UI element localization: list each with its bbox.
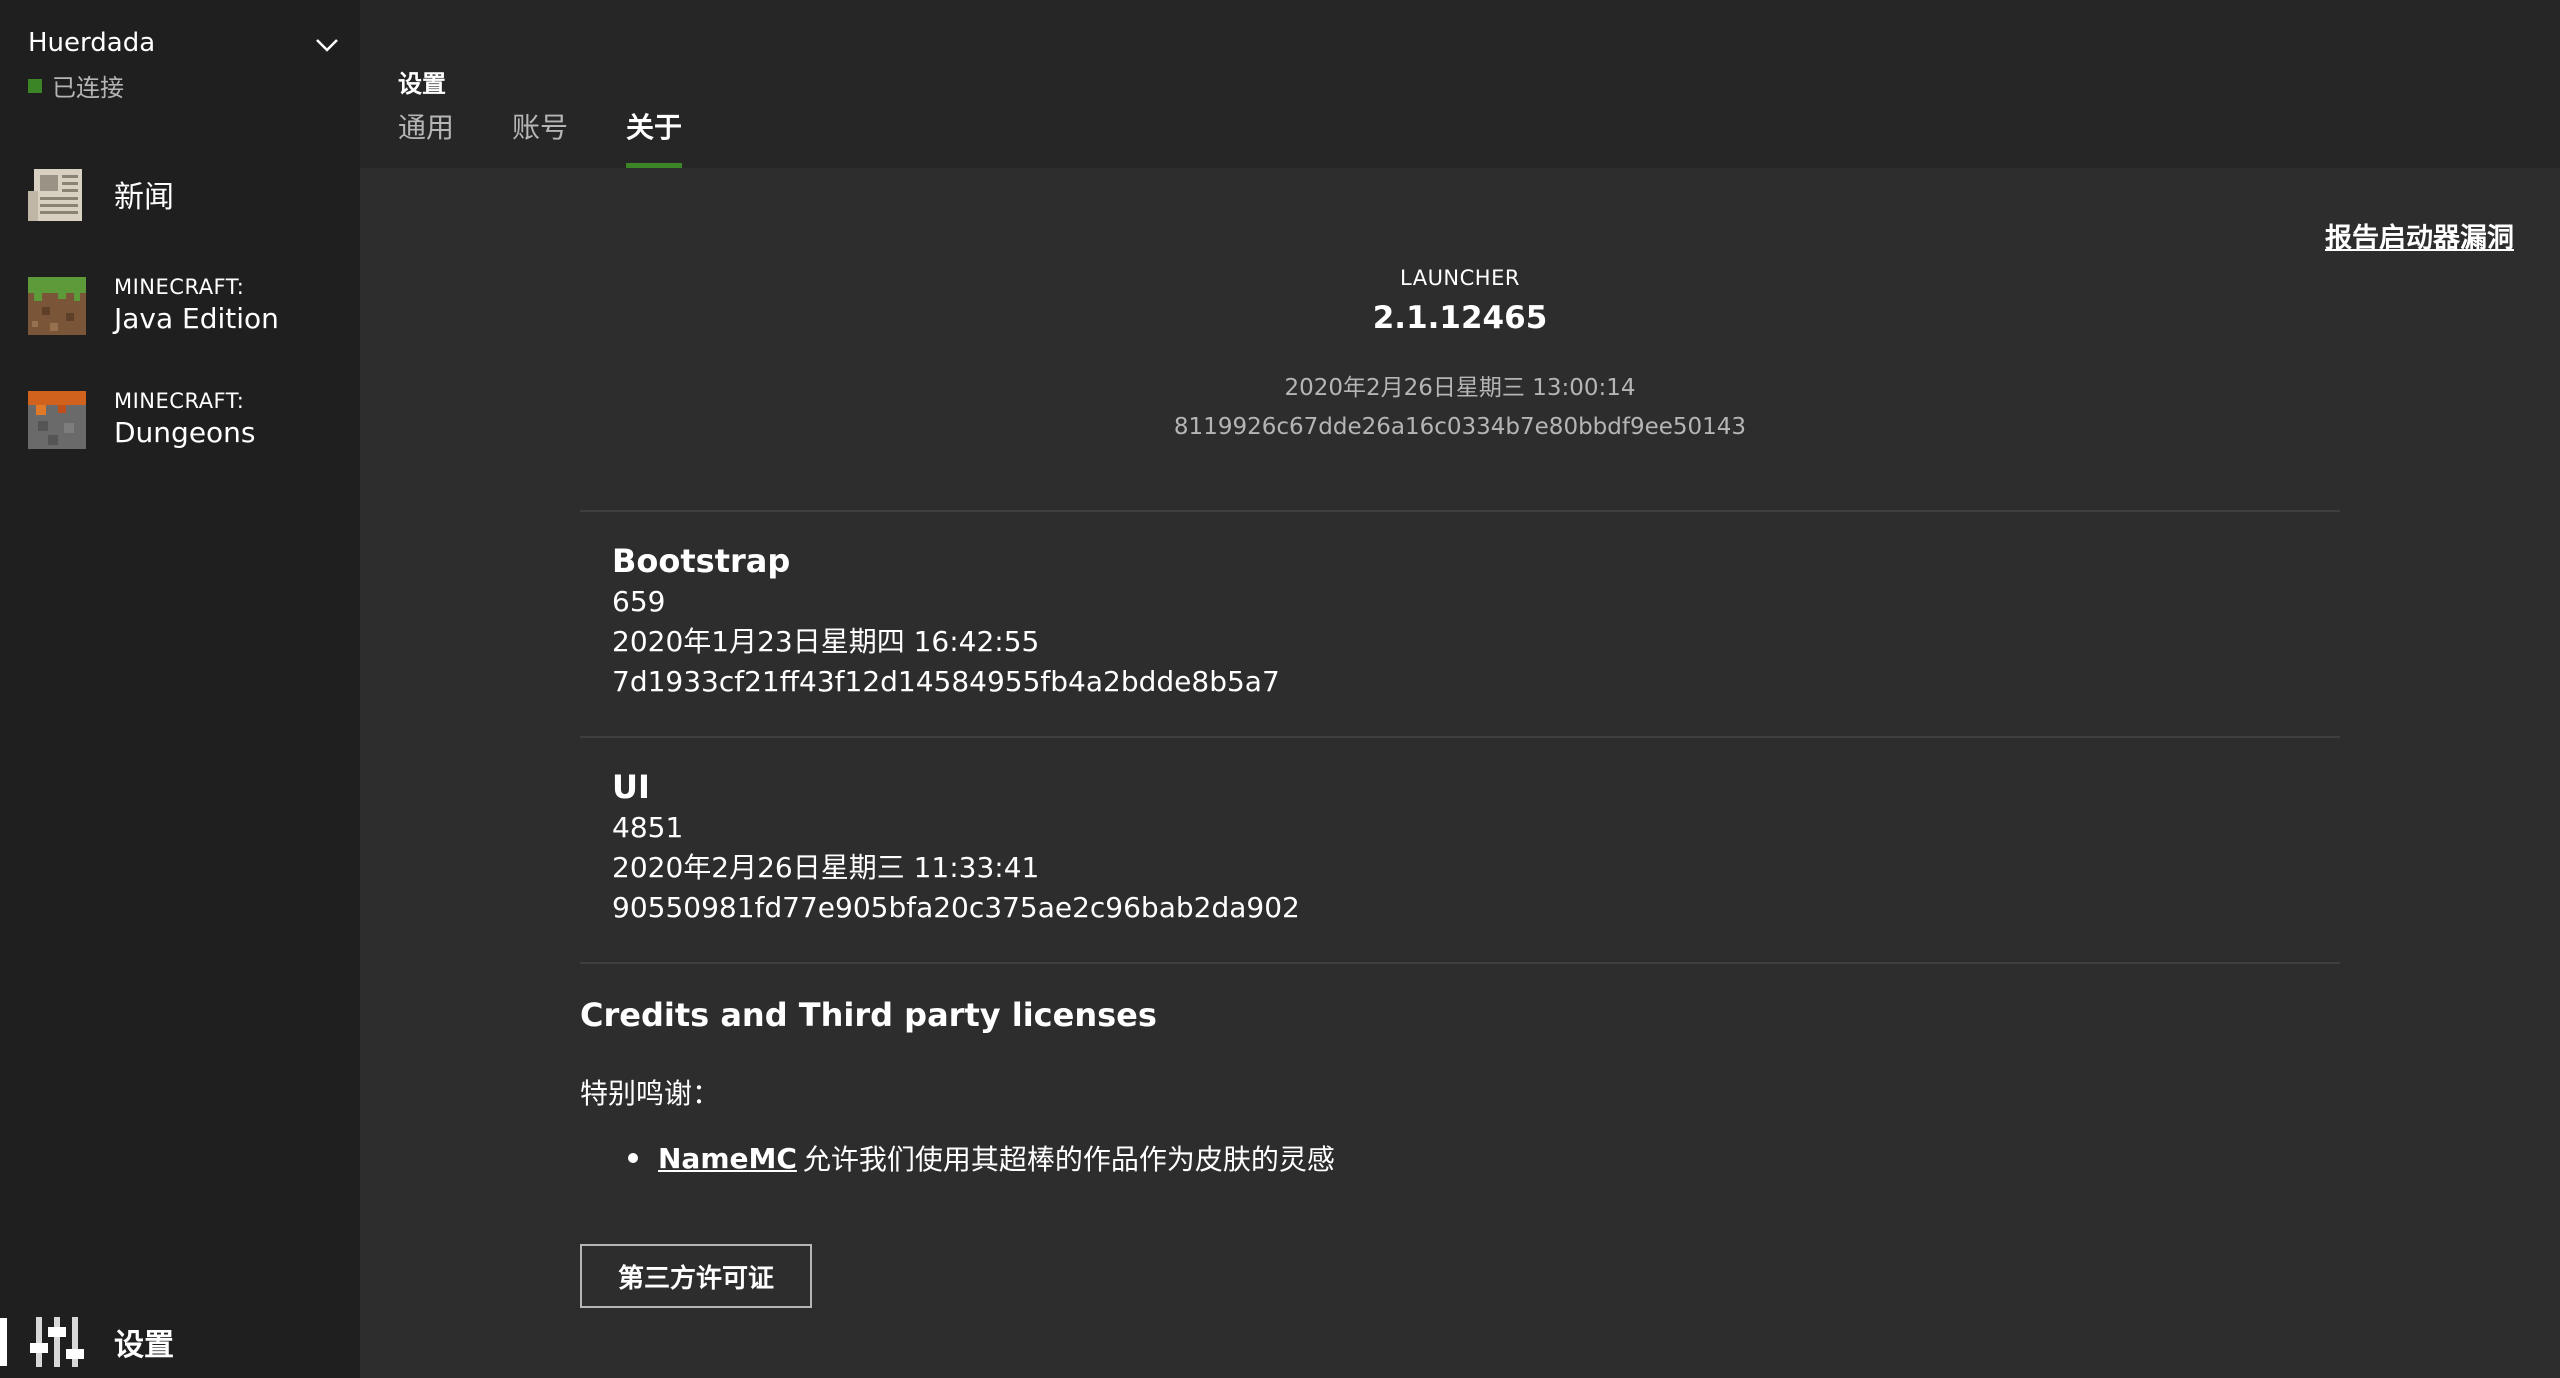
status-dot	[28, 78, 42, 93]
page-title: 设置	[398, 70, 446, 98]
launcher-date: 2020年2月26日星期三 13:00:14	[1284, 375, 1636, 401]
ui-hash: 90550981fd77e905bfa20c375ae2c96bab2da902	[612, 891, 1300, 924]
sidebar-dungeons-text: MINECRAFT: Dungeons	[114, 388, 256, 452]
bootstrap-info: Bootstrap 659 2020年1月23日星期四 16:42:55 7d1…	[612, 540, 1280, 702]
active-indicator	[0, 1318, 7, 1366]
tab-about[interactable]: 关于	[626, 106, 683, 168]
divider	[580, 736, 2340, 738]
chevron-down-icon[interactable]	[314, 32, 340, 58]
about-panel: 报告启动器漏洞 LAUNCHER 2.1.12465 2020年2月26日星期三…	[360, 168, 2560, 1378]
launcher-label: LAUNCHER	[1400, 266, 1520, 290]
sidebar-java-label: Java Edition	[114, 302, 279, 335]
sidebar-item-settings[interactable]: 设置	[0, 1294, 360, 1378]
bootstrap-build: 659	[612, 585, 666, 618]
newspaper-icon	[28, 169, 82, 221]
third-party-licenses-button[interactable]: 第三方许可证	[580, 1244, 812, 1308]
sidebar-dungeons-brand: MINECRAFT:	[114, 389, 245, 413]
launcher-hash: 8119926c67dde26a16c0334b7e80bbdf9ee50143	[1173, 414, 1747, 440]
credits-title: Credits and Third party licenses	[580, 996, 1157, 1034]
account-status: 已连接	[28, 68, 344, 103]
sidebar-java-brand: MINECRAFT:	[114, 275, 245, 299]
ui-name: UI	[612, 768, 650, 806]
account-status-label: 已连接	[52, 74, 124, 102]
special-thanks-label: 特别鸣谢：	[580, 1077, 721, 1110]
sidebar-dungeons-label: Dungeons	[114, 416, 256, 449]
sidebar-settings-label: 设置	[114, 1328, 174, 1363]
sidebar-settings-text: 设置	[114, 1320, 174, 1364]
bootstrap-date: 2020年1月23日星期四 16:42:55	[612, 625, 1040, 658]
sidebar-java-text: MINECRAFT: Java Edition	[114, 274, 279, 338]
ui-build: 4851	[612, 811, 684, 844]
namemc-link[interactable]: NameMC	[658, 1142, 797, 1175]
account-name: Huerdada	[28, 28, 156, 58]
ui-info: UI 4851 2020年2月26日星期三 11:33:41 90550981f…	[612, 766, 1300, 928]
report-bug-link[interactable]: 报告启动器漏洞	[2325, 216, 2514, 255]
launcher-window: Huerdada 已连接 新闻 MINECRAFT: Java Edition …	[0, 0, 2560, 1378]
launcher-info: LAUNCHER 2.1.12465 2020年2月26日星期三 13:00:1…	[360, 266, 2560, 440]
sidebar-news-label: 新闻	[114, 180, 174, 215]
list-item: NameMC 允许我们使用其超棒的作品作为皮肤的灵感	[628, 1138, 1335, 1178]
dungeons-block-icon	[28, 391, 86, 449]
divider	[580, 962, 2340, 964]
launcher-version: 2.1.12465	[1372, 300, 1548, 336]
account-switcher[interactable]: Huerdada 已连接	[28, 26, 344, 106]
sidebar: Huerdada 已连接 新闻 MINECRAFT: Java Edition …	[0, 0, 360, 1378]
ui-date: 2020年2月26日星期三 11:33:41	[612, 851, 1040, 884]
sidebar-item-dungeons[interactable]: MINECRAFT: Dungeons	[0, 372, 360, 468]
bootstrap-name: Bootstrap	[612, 542, 791, 580]
sidebar-news-text: 新闻	[114, 172, 174, 216]
bullet-icon	[628, 1153, 638, 1163]
divider	[580, 510, 2340, 512]
grass-block-icon	[28, 277, 86, 335]
settings-header: 设置 通用 账号 关于	[360, 0, 2560, 168]
sliders-icon	[30, 1317, 84, 1367]
tab-general[interactable]: 通用	[398, 106, 454, 168]
settings-tabs: 通用 账号 关于	[398, 106, 740, 168]
tab-account[interactable]: 账号	[512, 106, 568, 168]
sidebar-item-java-edition[interactable]: MINECRAFT: Java Edition	[0, 258, 360, 354]
sidebar-item-news[interactable]: 新闻	[0, 146, 360, 242]
credit-text: 允许我们使用其超棒的作品作为皮肤的灵感	[802, 1143, 1335, 1176]
bootstrap-hash: 7d1933cf21ff43f12d14584955fb4a2bdde8b5a7	[612, 665, 1280, 698]
